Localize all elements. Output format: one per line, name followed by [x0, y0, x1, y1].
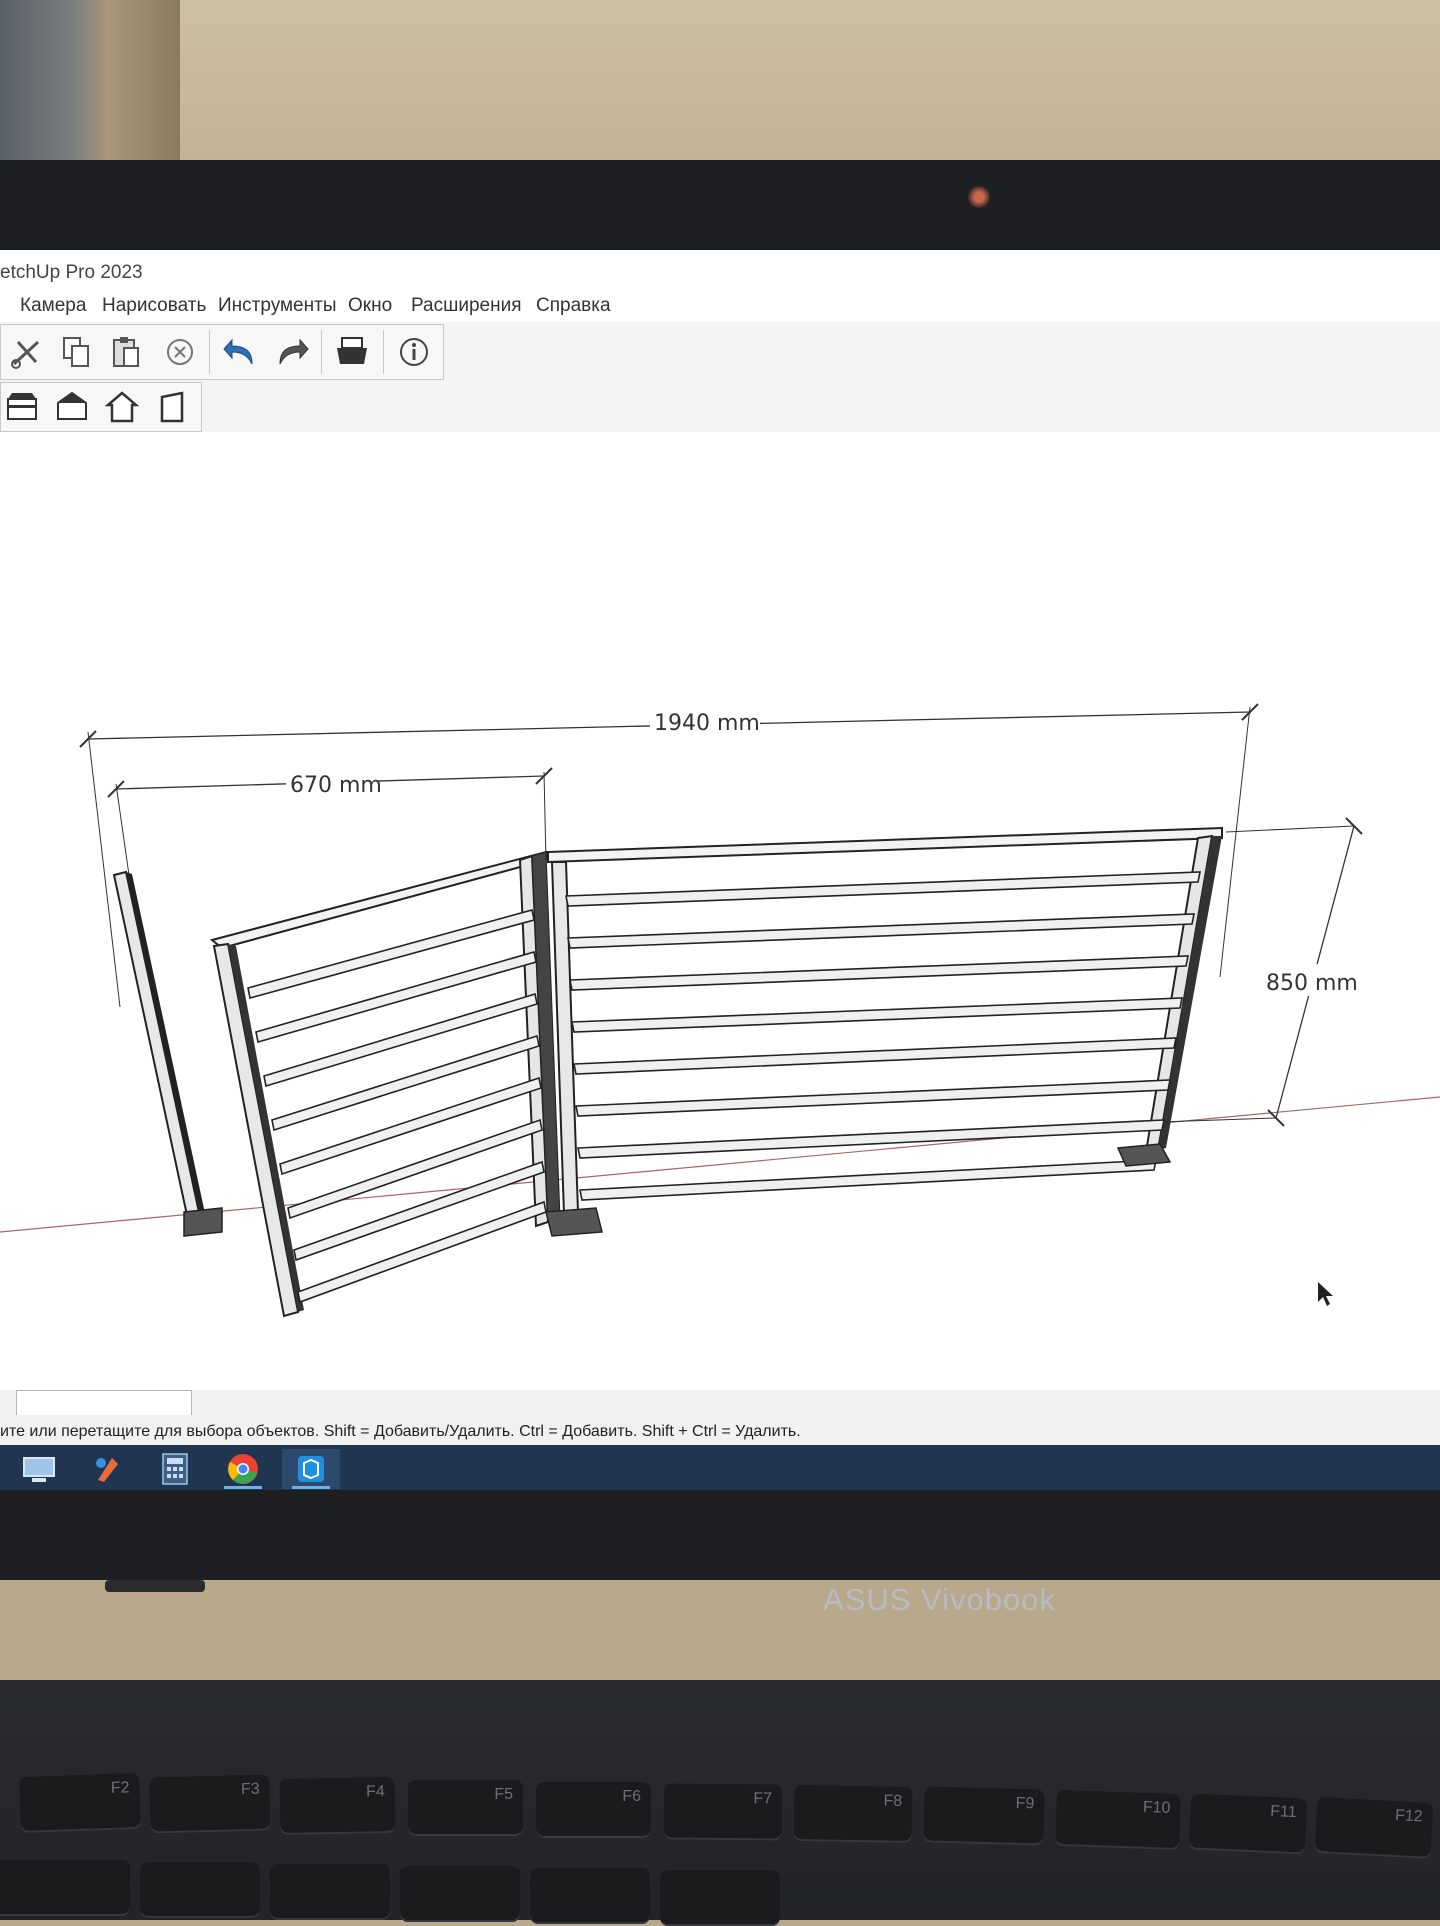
redo-icon[interactable]	[271, 331, 313, 373]
menu-extensions[interactable]: Расширения	[411, 295, 522, 317]
keyboard: F2 F3 F4 F5 F6 F7 F8 F9 F10 F11 F12	[0, 1680, 1440, 1926]
standard-toolbar	[0, 324, 444, 380]
laptop-brand: ASUS Vivobook	[823, 1582, 1056, 1617]
menu-help[interactable]: Справка	[536, 295, 611, 317]
laptop-hinge	[105, 1580, 205, 1592]
undo-icon[interactable]	[219, 331, 261, 373]
key-f6: F6	[536, 1782, 651, 1838]
views-toolbar	[0, 382, 202, 432]
model-info-icon[interactable]	[393, 331, 435, 373]
wall-background	[0, 0, 1440, 175]
dimension-label-1940: 1940 mm	[654, 711, 760, 736]
sketchup-icon[interactable]	[282, 1449, 340, 1489]
top-view-icon[interactable]	[1, 386, 43, 428]
window-titlebar: etchUp Pro 2023	[0, 250, 1440, 288]
sketchup-running-indicator	[292, 1486, 330, 1489]
key-f11: F11	[1188, 1793, 1308, 1855]
status-bar: ите или перетащите для выбора объектов. …	[0, 1415, 1440, 1445]
status-text: ите или перетащите для выбора объектов. …	[0, 1423, 801, 1440]
menu-draw[interactable]: Нарисовать	[102, 295, 206, 317]
taskbar	[0, 1445, 1440, 1490]
toolbar-separator	[383, 330, 384, 374]
key-row	[140, 1862, 260, 1918]
key-row	[270, 1864, 390, 1920]
chrome-icon[interactable]	[214, 1449, 272, 1489]
print-icon[interactable]	[331, 331, 373, 373]
key-f5: F5	[408, 1780, 523, 1836]
measurements-box[interactable]	[16, 1390, 192, 1416]
menu-bar: Камера Нарисовать Инструменты Окно Расши…	[0, 288, 1440, 322]
paste-icon[interactable]	[105, 331, 147, 373]
chrome-running-indicator	[224, 1486, 262, 1489]
dimension-gate-width: 670 mm	[107, 767, 553, 883]
webcam	[968, 186, 990, 208]
dimension-label-850: 850 mm	[1266, 971, 1358, 996]
scissors-icon[interactable]	[5, 331, 47, 373]
key-row	[530, 1868, 650, 1924]
key-f2: F2	[19, 1772, 141, 1834]
copy-icon[interactable]	[55, 331, 97, 373]
file-explorer-icon[interactable]	[10, 1449, 68, 1489]
door-frame	[0, 0, 180, 175]
toolbar-separator	[209, 330, 210, 374]
dimension-label-670: 670 mm	[290, 773, 382, 798]
back-view-icon[interactable]	[151, 386, 193, 428]
right-view-icon[interactable]	[101, 386, 143, 428]
key-f12: F12	[1314, 1797, 1434, 1859]
drawing-viewport[interactable]: 1940 mm 670 mm 850 mm	[0, 432, 1440, 1390]
menu-camera[interactable]: Камера	[20, 295, 86, 317]
menu-tools[interactable]: Инструменты	[218, 295, 336, 317]
window-title: etchUp Pro 2023	[0, 262, 143, 283]
key-row	[0, 1860, 130, 1916]
left-post	[112, 870, 223, 1237]
fence-panel	[545, 826, 1223, 1237]
key-f8: F8	[793, 1784, 913, 1844]
calculator-icon[interactable]	[146, 1449, 204, 1489]
delete-icon[interactable]	[159, 331, 201, 373]
gate-panel	[209, 850, 561, 1318]
fence-model: 1940 mm 670 mm 850 mm	[0, 703, 1440, 1318]
paint-app-icon[interactable]	[78, 1449, 136, 1489]
key-row	[400, 1866, 520, 1922]
front-view-icon[interactable]	[51, 386, 93, 428]
key-f9: F9	[923, 1786, 1045, 1846]
toolbar-area	[0, 322, 1440, 432]
key-f3: F3	[149, 1774, 271, 1834]
menu-window[interactable]: Окно	[348, 295, 392, 317]
toolbar-separator	[321, 330, 322, 374]
key-f4: F4	[279, 1777, 396, 1835]
mouse-cursor	[1318, 1282, 1333, 1306]
key-f7: F7	[663, 1783, 783, 1841]
key-f10: F10	[1055, 1789, 1181, 1851]
key-row	[660, 1870, 780, 1926]
laptop-screen: etchUp Pro 2023 Камера Нарисовать Инстру…	[0, 250, 1440, 1490]
